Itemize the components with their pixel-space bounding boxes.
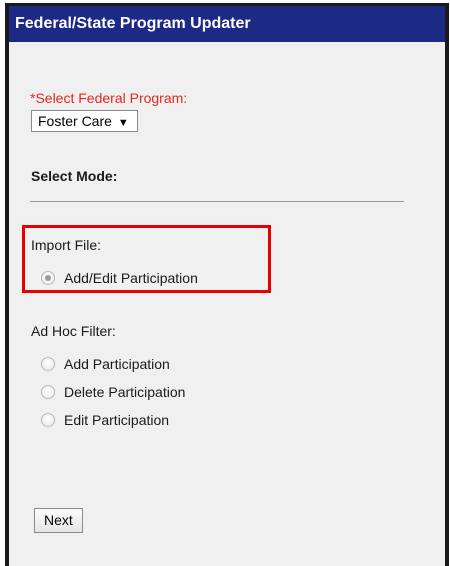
radio-add-participation-label: Add Participation — [64, 356, 170, 372]
radio-edit-participation-label: Edit Participation — [64, 412, 170, 428]
radio-delete-participation[interactable]: Delete Participation — [41, 382, 185, 402]
select-mode-label: Select Mode: — [31, 168, 118, 184]
section-divider — [30, 201, 404, 202]
federal-program-label: *Select Federal Program: — [30, 90, 188, 106]
radio-add-participation[interactable]: Add Participation — [41, 354, 170, 374]
radio-button-icon[interactable] — [41, 357, 55, 371]
radio-button-icon[interactable] — [41, 385, 55, 399]
import-file-label: Import File: — [31, 237, 102, 253]
radio-edit-participation[interactable]: Edit Participation — [41, 410, 169, 430]
radio-delete-participation-label: Delete Participation — [64, 384, 186, 400]
window-title: Federal/State Program Updater — [9, 6, 445, 42]
program-updater-window: Federal/State Program Updater *Select Fe… — [5, 3, 449, 566]
dropdown-arrow-icon: ▼ — [117, 117, 129, 129]
radio-button-icon[interactable] — [41, 413, 55, 427]
next-button[interactable]: Next — [34, 508, 83, 533]
federal-program-selected-value: Foster Care — [38, 113, 112, 129]
federal-program-select[interactable]: Foster Care ▼ — [31, 110, 138, 132]
radio-add-edit-participation-label: Add/Edit Participation — [64, 270, 198, 286]
ad-hoc-filter-label: Ad Hoc Filter: — [31, 323, 116, 339]
radio-button-checked-icon[interactable] — [41, 271, 55, 285]
radio-add-edit-participation[interactable]: Add/Edit Participation — [41, 268, 198, 288]
